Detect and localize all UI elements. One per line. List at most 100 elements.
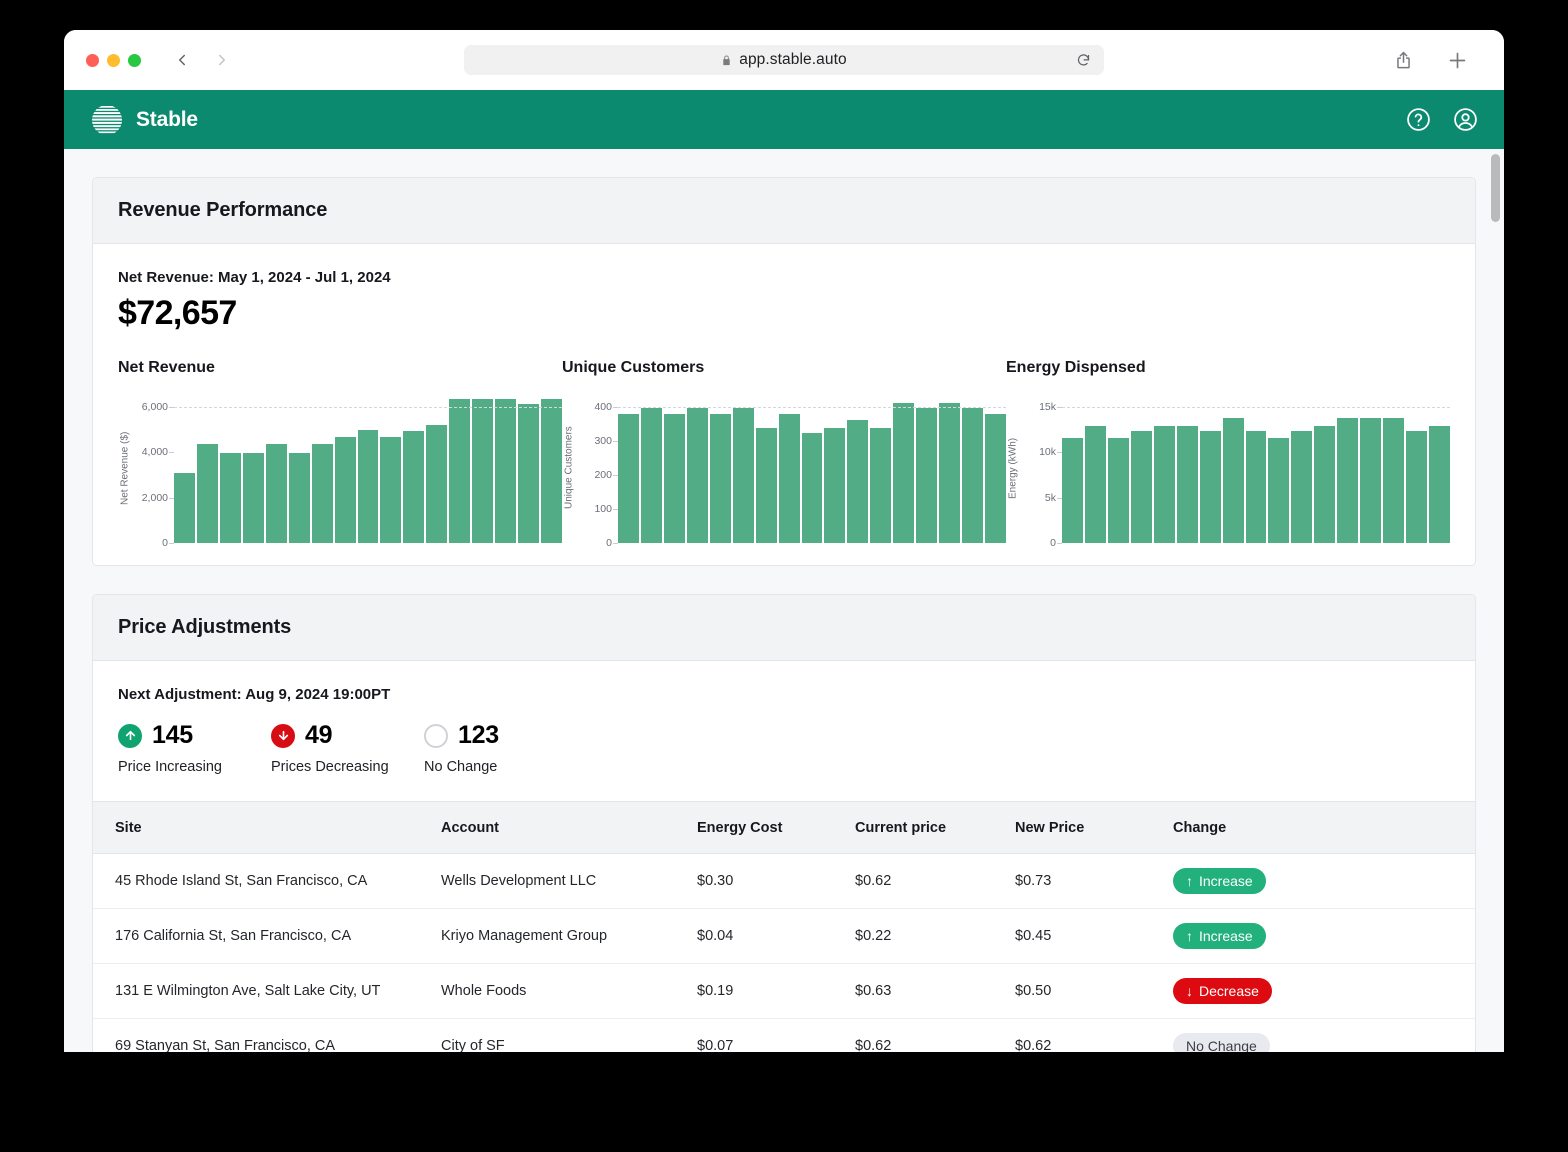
chart-bar[interactable]	[756, 428, 777, 543]
chart-bar[interactable]	[495, 399, 516, 543]
chart-bar[interactable]	[1131, 431, 1152, 543]
table-row[interactable]: 45 Rhode Island St, San Francisco, CAWel…	[93, 854, 1475, 909]
chart-bar[interactable]	[1154, 426, 1175, 543]
chart-bar[interactable]	[802, 433, 823, 543]
help-circle-icon[interactable]	[1406, 107, 1431, 132]
chart-bar[interactable]	[847, 420, 868, 543]
close-window-button[interactable]	[86, 54, 99, 67]
table-row[interactable]: 131 E Wilmington Ave, Salt Lake City, UT…	[93, 964, 1475, 1019]
table-row[interactable]: 176 California St, San Francisco, CAKriy…	[93, 909, 1475, 964]
new-tab-icon[interactable]	[1447, 50, 1468, 71]
page-content: Revenue Performance Net Revenue: May 1, …	[64, 149, 1504, 1052]
chart-bar[interactable]	[1314, 426, 1335, 543]
scrollbar-thumb[interactable]	[1491, 154, 1500, 222]
chart-bar[interactable]	[870, 428, 891, 543]
change-badge[interactable]: ↓Decrease	[1173, 978, 1272, 1004]
cell-current-price: $0.62	[855, 1019, 1015, 1053]
chart-bar[interactable]	[939, 403, 960, 543]
next-adjustment-label: Next Adjustment: Aug 9, 2024 19:00PT	[118, 686, 1450, 703]
browser-window: app.stable.auto	[64, 30, 1504, 1052]
chart-bar[interactable]	[1062, 438, 1083, 543]
cell-new-price: $0.50	[1015, 964, 1173, 1019]
table-body: 45 Rhode Island St, San Francisco, CAWel…	[93, 854, 1475, 1053]
chart-bar[interactable]	[358, 430, 379, 543]
chart-bar[interactable]	[541, 399, 562, 543]
chart-bar[interactable]	[664, 414, 685, 543]
chart-bar[interactable]	[380, 437, 401, 543]
bar-series	[174, 393, 562, 543]
column-header-energy-cost[interactable]: Energy Cost	[697, 802, 855, 854]
chart-bar[interactable]	[1246, 431, 1267, 543]
change-badge-label: Increase	[1199, 928, 1253, 944]
chart-plot-area: Net Revenue ($) 02,0004,0006,000	[118, 393, 562, 543]
page-scrollbar[interactable]	[1491, 149, 1500, 1052]
chart-bar[interactable]	[1406, 431, 1427, 543]
forward-icon[interactable]	[213, 51, 231, 69]
price-stats: 145 Price Increasing 49 Prices	[118, 721, 1450, 775]
chart-bar[interactable]	[197, 444, 218, 543]
chart-bar[interactable]	[243, 453, 264, 543]
column-header-current-price[interactable]: Current price	[855, 802, 1015, 854]
chart-bar[interactable]	[962, 408, 983, 543]
chart-bar[interactable]	[1268, 438, 1289, 543]
chart-bar[interactable]	[266, 444, 287, 543]
browser-right-actions	[1394, 50, 1482, 71]
chart-bar[interactable]	[335, 437, 356, 543]
chart-bar[interactable]	[220, 453, 241, 543]
y-axis-tick-label: 200	[594, 469, 612, 481]
minimize-window-button[interactable]	[107, 54, 120, 67]
address-bar[interactable]: app.stable.auto	[464, 45, 1104, 75]
chart-bar[interactable]	[1383, 418, 1404, 543]
change-badge[interactable]: ↑Increase	[1173, 868, 1266, 894]
chart-bar[interactable]	[1429, 426, 1450, 543]
chart-bar[interactable]	[824, 428, 845, 543]
cell-site: 69 Stanyan St, San Francisco, CA	[93, 1019, 441, 1053]
column-header-site[interactable]: Site	[93, 802, 441, 854]
chart-bar[interactable]	[916, 408, 937, 543]
chart-bar[interactable]	[449, 399, 470, 543]
cell-site: 45 Rhode Island St, San Francisco, CA	[93, 854, 441, 909]
y-axis-label: Net Revenue ($)	[118, 393, 132, 543]
chart-bar[interactable]	[1200, 431, 1221, 543]
column-header-new-price[interactable]: New Price	[1015, 802, 1173, 854]
chart-bar[interactable]	[472, 399, 493, 543]
table-row[interactable]: 69 Stanyan St, San Francisco, CACity of …	[93, 1019, 1475, 1053]
chart-bar[interactable]	[403, 431, 424, 544]
chart-bar[interactable]	[1108, 438, 1129, 543]
chart-bar[interactable]	[1223, 418, 1244, 543]
column-header-account[interactable]: Account	[441, 802, 697, 854]
chart-bar[interactable]	[618, 414, 639, 543]
chart-bar[interactable]	[1291, 431, 1312, 543]
cell-new-price: $0.73	[1015, 854, 1173, 909]
change-badge[interactable]: ↑Increase	[1173, 923, 1266, 949]
chart-bar[interactable]	[641, 408, 662, 543]
chart-bar[interactable]	[1360, 418, 1381, 543]
stat-value: 49	[305, 721, 332, 750]
chart-bar[interactable]	[779, 414, 800, 543]
chart-bar[interactable]	[733, 408, 754, 543]
chart-bar[interactable]	[985, 414, 1006, 543]
chart-bar[interactable]	[1177, 426, 1198, 543]
reload-icon[interactable]	[1076, 53, 1091, 68]
price-card-header: Price Adjustments	[93, 595, 1475, 661]
chart-bar[interactable]	[312, 444, 333, 543]
chart-gridline	[618, 407, 1006, 408]
chart-bar[interactable]	[1085, 426, 1106, 543]
share-icon[interactable]	[1394, 50, 1413, 71]
chart-bar[interactable]	[687, 408, 708, 543]
chart-bar[interactable]	[426, 425, 447, 543]
column-header-change[interactable]: Change	[1173, 802, 1475, 854]
back-icon[interactable]	[173, 51, 191, 69]
account-circle-icon[interactable]	[1453, 107, 1478, 132]
window-traffic-lights	[86, 54, 141, 67]
chart-bar[interactable]	[518, 404, 539, 543]
brand[interactable]: Stable	[90, 103, 198, 137]
chart-bar[interactable]	[289, 453, 310, 543]
chart-bar[interactable]	[710, 414, 731, 543]
chart-bar[interactable]	[893, 403, 914, 543]
net-revenue-range-label: Net Revenue: May 1, 2024 - Jul 1, 2024	[118, 269, 1450, 286]
change-badge[interactable]: No Change	[1173, 1033, 1270, 1052]
chart-bar[interactable]	[174, 473, 195, 543]
chart-bar[interactable]	[1337, 418, 1358, 543]
maximize-window-button[interactable]	[128, 54, 141, 67]
